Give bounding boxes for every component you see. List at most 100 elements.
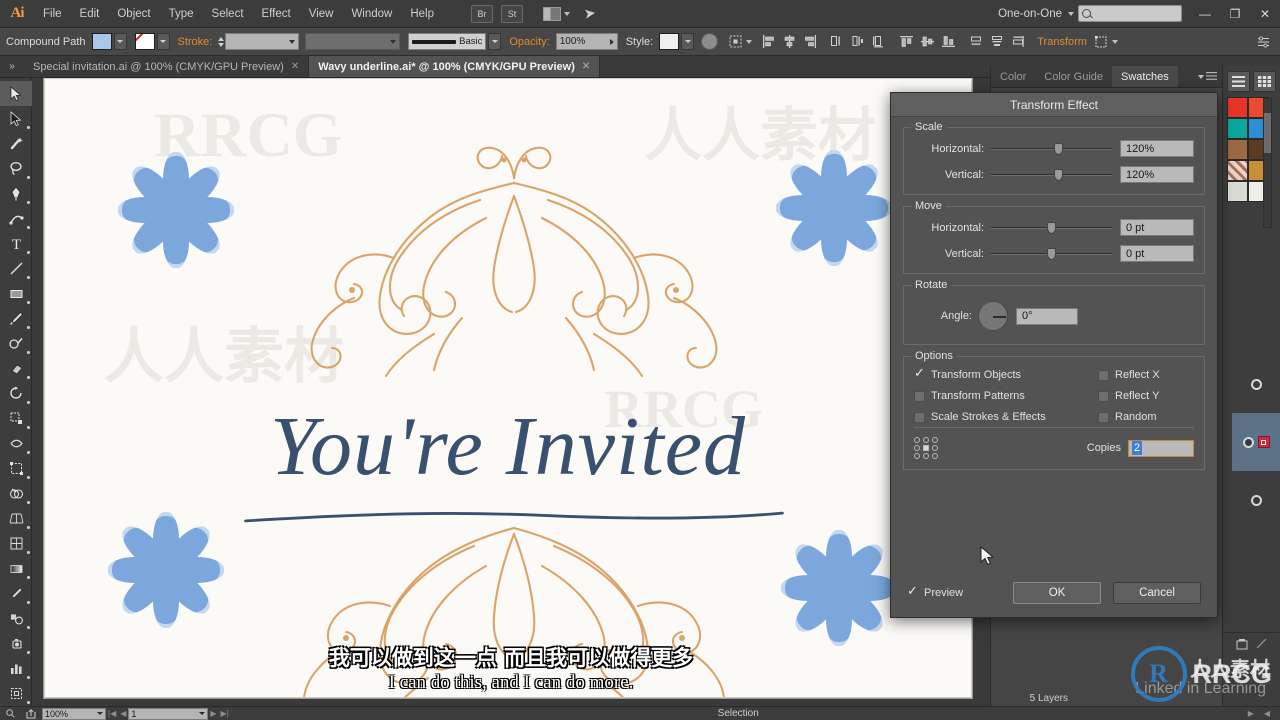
- align-left-icon[interactable]: [759, 32, 778, 51]
- opacity-field[interactable]: 100%: [555, 33, 618, 50]
- zoom-level-field[interactable]: 100%: [42, 707, 106, 720]
- list-view-icon[interactable]: [1227, 71, 1250, 92]
- move-vertical-row[interactable]: Vertical: 0 pt: [914, 245, 1194, 262]
- tab-close-icon[interactable]: ✕: [582, 61, 590, 72]
- opacity-label[interactable]: Opacity:: [509, 36, 549, 48]
- layer-target-row[interactable]: [1232, 355, 1280, 413]
- magic-wand-tool[interactable]: [0, 131, 32, 156]
- scale-horizontal-slider[interactable]: [991, 142, 1112, 156]
- align-bottom-icon[interactable]: [939, 32, 958, 51]
- eraser-tool[interactable]: [0, 356, 32, 381]
- fill-swatch[interactable]: [91, 33, 112, 50]
- stroke-caret-icon[interactable]: [156, 33, 170, 50]
- style-caret-icon[interactable]: [681, 33, 695, 50]
- menu-effect[interactable]: Effect: [253, 0, 300, 28]
- scale-tool[interactable]: [0, 406, 32, 431]
- curvature-tool[interactable]: [0, 206, 32, 231]
- menu-help[interactable]: Help: [401, 0, 443, 28]
- top-flourish-ornament[interactable]: [234, 138, 794, 388]
- checkmark-icon[interactable]: [914, 366, 925, 381]
- workspace-caret-icon[interactable]: [1068, 11, 1074, 16]
- checkbox-icon[interactable]: [1098, 411, 1109, 423]
- symbol-sprayer-tool[interactable]: [0, 631, 32, 656]
- align-caret-icon[interactable]: [746, 39, 753, 44]
- tab-color[interactable]: Color: [991, 66, 1035, 87]
- menu-type[interactable]: Type: [160, 0, 203, 28]
- copies-input[interactable]: 2: [1128, 439, 1194, 457]
- direct-selection-tool[interactable]: [0, 106, 32, 131]
- distribute-middle-icon[interactable]: [988, 32, 1007, 51]
- align-to-selection-icon[interactable]: [726, 32, 745, 51]
- stroke-profile-field[interactable]: Basic: [408, 33, 487, 50]
- document-tab-special-invitation[interactable]: Special invitation.ai @ 100% (CMYK/GPU P…: [24, 56, 310, 77]
- transform-effect-dialog[interactable]: Transform Effect Scale Horizontal: 120% …: [890, 92, 1218, 618]
- target-indicator-icon[interactable]: [1250, 494, 1262, 506]
- shaper-tool[interactable]: [0, 331, 32, 356]
- align-top-icon[interactable]: [897, 32, 916, 51]
- selection-color-chip-icon[interactable]: [1257, 436, 1270, 448]
- mesh-tool[interactable]: [0, 531, 32, 556]
- cancel-button[interactable]: Cancel: [1113, 582, 1201, 604]
- scale-vertical-row[interactable]: Vertical: 120%: [914, 166, 1194, 183]
- fill-caret-icon[interactable]: [113, 33, 127, 50]
- free-transform-tool[interactable]: [0, 456, 32, 481]
- stock-icon[interactable]: St: [501, 4, 523, 23]
- move-horizontal-row[interactable]: Horizontal: 0 pt: [914, 219, 1194, 236]
- target-indicator-icon[interactable]: [1250, 378, 1262, 390]
- selection-tool[interactable]: [0, 81, 32, 106]
- blend-tool[interactable]: [0, 606, 32, 631]
- checkbox-icon[interactable]: [1098, 369, 1109, 381]
- checkbox-transform-patterns[interactable]: Transform Patterns: [914, 390, 1098, 402]
- next-page-icon[interactable]: ▶: [208, 709, 218, 718]
- last-page-icon[interactable]: ▶|: [219, 709, 231, 718]
- artboard[interactable]: RRCG 人人素材 人人素材 RRCG You're Invited: [44, 78, 972, 698]
- menu-select[interactable]: Select: [203, 0, 253, 28]
- rotate-tool[interactable]: [0, 381, 32, 406]
- checkbox-icon[interactable]: [914, 390, 925, 402]
- bottom-flourish-ornament[interactable]: [224, 498, 804, 698]
- style-label[interactable]: Style:: [626, 36, 654, 48]
- bridge-icon[interactable]: Br: [471, 4, 493, 23]
- column-graph-tool[interactable]: [0, 656, 32, 681]
- transform-reference-icon[interactable]: [1092, 32, 1111, 51]
- first-page-icon[interactable]: |◀: [106, 709, 118, 718]
- swatch-cell[interactable]: [1227, 97, 1248, 118]
- magnifier-icon[interactable]: [0, 709, 20, 718]
- layer-target-row[interactable]: [1232, 471, 1280, 529]
- headline-text[interactable]: You're Invited: [44, 398, 972, 495]
- rotate-angle-field[interactable]: 0°: [1016, 307, 1078, 325]
- distribute-top-icon[interactable]: [967, 32, 986, 51]
- rotate-angle-row[interactable]: Angle: 0°: [914, 298, 1194, 331]
- pen-tool[interactable]: [0, 181, 32, 206]
- layer-target-row-selected[interactable]: [1232, 413, 1280, 471]
- share-icon[interactable]: ➤: [583, 4, 597, 22]
- move-horizontal-slider[interactable]: [991, 221, 1112, 235]
- search-input[interactable]: [1078, 5, 1182, 22]
- stroke-weight-field[interactable]: [225, 33, 300, 50]
- scale-vertical-field[interactable]: 120%: [1120, 166, 1194, 183]
- status-collapse-icon[interactable]: ◀: [1262, 709, 1272, 718]
- restore-button[interactable]: ❐: [1220, 0, 1250, 28]
- move-horizontal-field[interactable]: 0 pt: [1120, 219, 1194, 236]
- transform-caret-icon[interactable]: [1111, 39, 1118, 44]
- panel-menu-icon[interactable]: [1198, 66, 1222, 87]
- prev-page-icon[interactable]: ◀: [118, 709, 128, 718]
- align-middle-icon[interactable]: [918, 32, 937, 51]
- swatch-cell[interactable]: [1227, 139, 1248, 160]
- perspective-grid-tool[interactable]: [0, 506, 32, 531]
- scale-horizontal-row[interactable]: Horizontal: 120%: [914, 140, 1194, 157]
- ok-button[interactable]: OK: [1013, 582, 1101, 604]
- checkbox-random[interactable]: Random: [1098, 411, 1194, 423]
- checkbox-icon[interactable]: [914, 411, 925, 423]
- paintbrush-tool[interactable]: [0, 306, 32, 331]
- align-right-icon[interactable]: [801, 32, 820, 51]
- checkbox-scale-strokes-effects[interactable]: Scale Strokes & Effects: [914, 411, 1098, 423]
- distribute-bottom-icon[interactable]: [1009, 32, 1028, 51]
- lasso-tool[interactable]: [0, 156, 32, 181]
- gradient-tool[interactable]: [0, 556, 32, 581]
- minimize-button[interactable]: —: [1190, 0, 1220, 28]
- swatch-cell[interactable]: [1227, 160, 1248, 181]
- tab-close-icon[interactable]: ✕: [291, 61, 299, 72]
- eyedropper-tool[interactable]: [0, 581, 32, 606]
- checkbox-reflect-y[interactable]: Reflect Y: [1098, 390, 1194, 402]
